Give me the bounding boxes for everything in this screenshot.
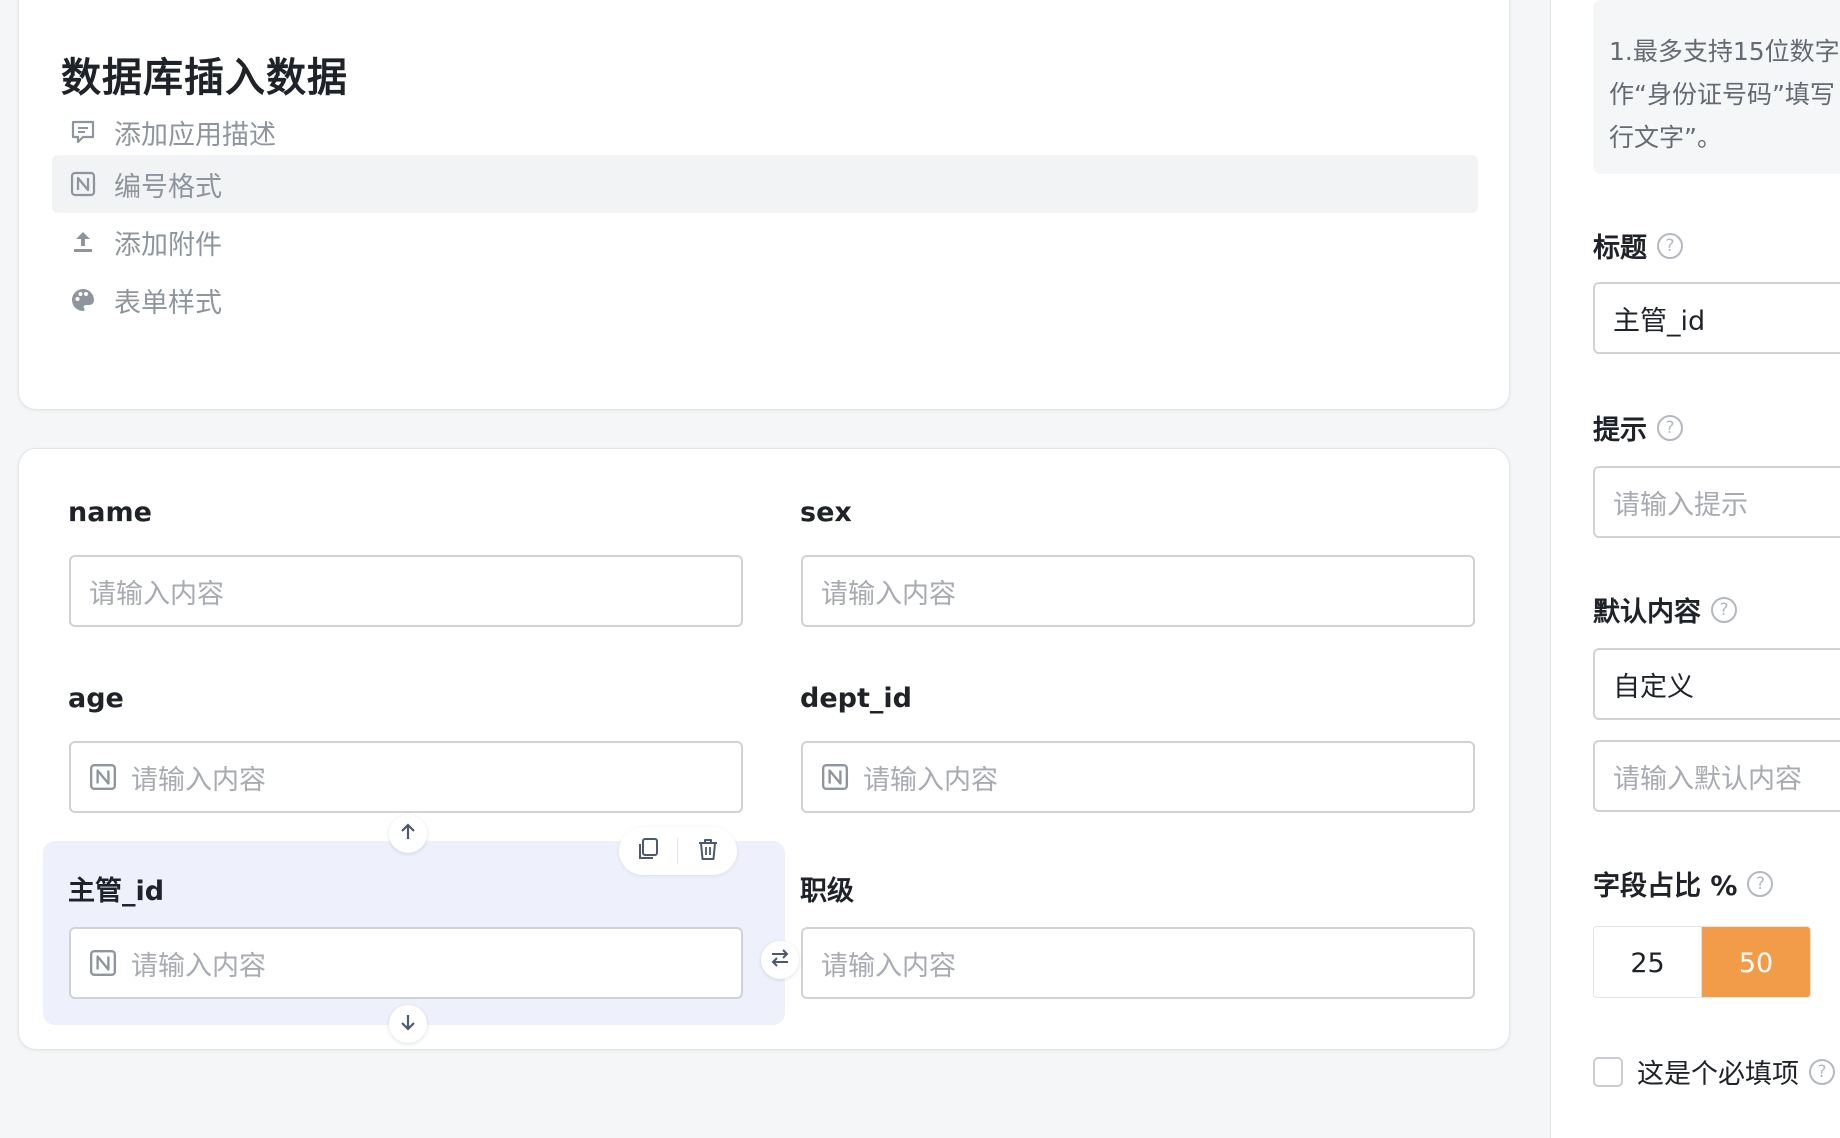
form-canvas: name 请输入内容 sex 请输入内容 age 请输入内容 dept_id 请… <box>18 448 1510 1050</box>
palette-icon <box>70 287 96 313</box>
page-title: 数据库插入数据 <box>61 55 348 101</box>
menu-item-label: 编号格式 <box>114 171 222 203</box>
number-icon <box>821 763 849 791</box>
delete-icon[interactable] <box>695 836 721 866</box>
field-label-name: name <box>68 497 152 528</box>
help-icon[interactable]: ? <box>1657 414 1683 441</box>
menu-item-number-format[interactable]: 编号格式 <box>52 155 1478 213</box>
comment-icon <box>70 119 96 145</box>
default-label-text: 默认内容 <box>1593 597 1701 628</box>
field-label-sex: sex <box>800 497 852 528</box>
help-icon[interactable]: ? <box>1809 1058 1835 1085</box>
swap-button[interactable] <box>761 941 799 979</box>
help-icon[interactable]: ? <box>1711 596 1737 623</box>
ratio-selector: 25 50 <box>1593 926 1811 998</box>
title-input[interactable]: 主管_id <box>1593 282 1840 354</box>
ratio-label-text: 字段占比 % <box>1593 871 1738 902</box>
hint-label-text: 提示 <box>1593 415 1647 446</box>
help-text: 1.最多支持15位数字 作“身份证号码”填写 行文字”。 <box>1593 0 1840 174</box>
field-label-age: age <box>68 683 124 714</box>
arrow-up-icon <box>398 822 418 846</box>
number-icon <box>89 763 117 791</box>
upload-icon <box>70 229 96 255</box>
menu-item-app-description[interactable]: 添加应用描述 <box>52 103 1478 161</box>
field-toolbar <box>619 827 737 875</box>
input-placeholder: 请输入内容 <box>863 764 998 796</box>
input-placeholder: 请输入内容 <box>131 950 266 982</box>
menu-item-form-style[interactable]: 表单样式 <box>52 271 1478 329</box>
title-label-text: 标题 <box>1593 233 1647 264</box>
name-input[interactable]: 请输入内容 <box>69 555 743 627</box>
copy-icon[interactable] <box>635 836 661 866</box>
manager-id-input[interactable]: 请输入内容 <box>69 927 743 999</box>
required-label: 这是个必填项 <box>1637 1059 1799 1090</box>
swap-icon <box>769 947 791 973</box>
age-input[interactable]: 请输入内容 <box>69 741 743 813</box>
ratio-option-50[interactable]: 50 <box>1702 927 1810 997</box>
arrow-down-icon <box>398 1012 418 1036</box>
menu-item-attachment[interactable]: 添加附件 <box>52 213 1478 271</box>
help-icon[interactable]: ? <box>1657 232 1683 259</box>
default-value-input[interactable]: 请输入默认内容 <box>1593 740 1840 812</box>
menu-item-label: 添加应用描述 <box>114 119 276 151</box>
input-placeholder: 请输入内容 <box>821 578 956 610</box>
dept-id-input[interactable]: 请输入内容 <box>801 741 1475 813</box>
required-checkbox[interactable] <box>1593 1056 1623 1087</box>
ratio-label: 字段占比 % ? <box>1593 864 1774 903</box>
move-down-button[interactable] <box>389 1005 427 1043</box>
hint-input[interactable]: 请输入提示 <box>1593 466 1840 538</box>
field-label-manager-id: 主管_id <box>68 876 165 907</box>
help-icon[interactable]: ? <box>1747 870 1774 897</box>
input-placeholder: 请输入内容 <box>821 950 956 982</box>
ratio-option-25[interactable]: 25 <box>1594 927 1702 997</box>
required-row: 这是个必填项 ? <box>1593 1052 1835 1091</box>
default-type-select[interactable]: 自定义 <box>1593 648 1840 720</box>
default-label: 默认内容 ? <box>1593 590 1737 629</box>
menu-item-label: 添加附件 <box>114 229 222 261</box>
field-label-dept-id: dept_id <box>800 683 912 714</box>
toolbar-divider <box>677 838 679 864</box>
number-icon <box>89 949 117 977</box>
title-label: 标题 ? <box>1593 226 1683 265</box>
app-settings-card: 数据库插入数据 添加应用描述 编号格式 添加附件 表单样式 <box>18 0 1510 410</box>
input-placeholder: 请输入内容 <box>89 578 224 610</box>
properties-panel: 1.最多支持15位数字 作“身份证号码”填写 行文字”。 标题 ? 主管_id … <box>1550 0 1840 1138</box>
sex-input[interactable]: 请输入内容 <box>801 555 1475 627</box>
move-up-button[interactable] <box>389 815 427 853</box>
number-format-icon <box>70 171 96 197</box>
input-placeholder: 请输入内容 <box>131 764 266 796</box>
hint-label: 提示 ? <box>1593 408 1683 447</box>
menu-item-label: 表单样式 <box>114 287 222 319</box>
field-label-rank: 职级 <box>800 876 854 907</box>
rank-input[interactable]: 请输入内容 <box>801 927 1475 999</box>
